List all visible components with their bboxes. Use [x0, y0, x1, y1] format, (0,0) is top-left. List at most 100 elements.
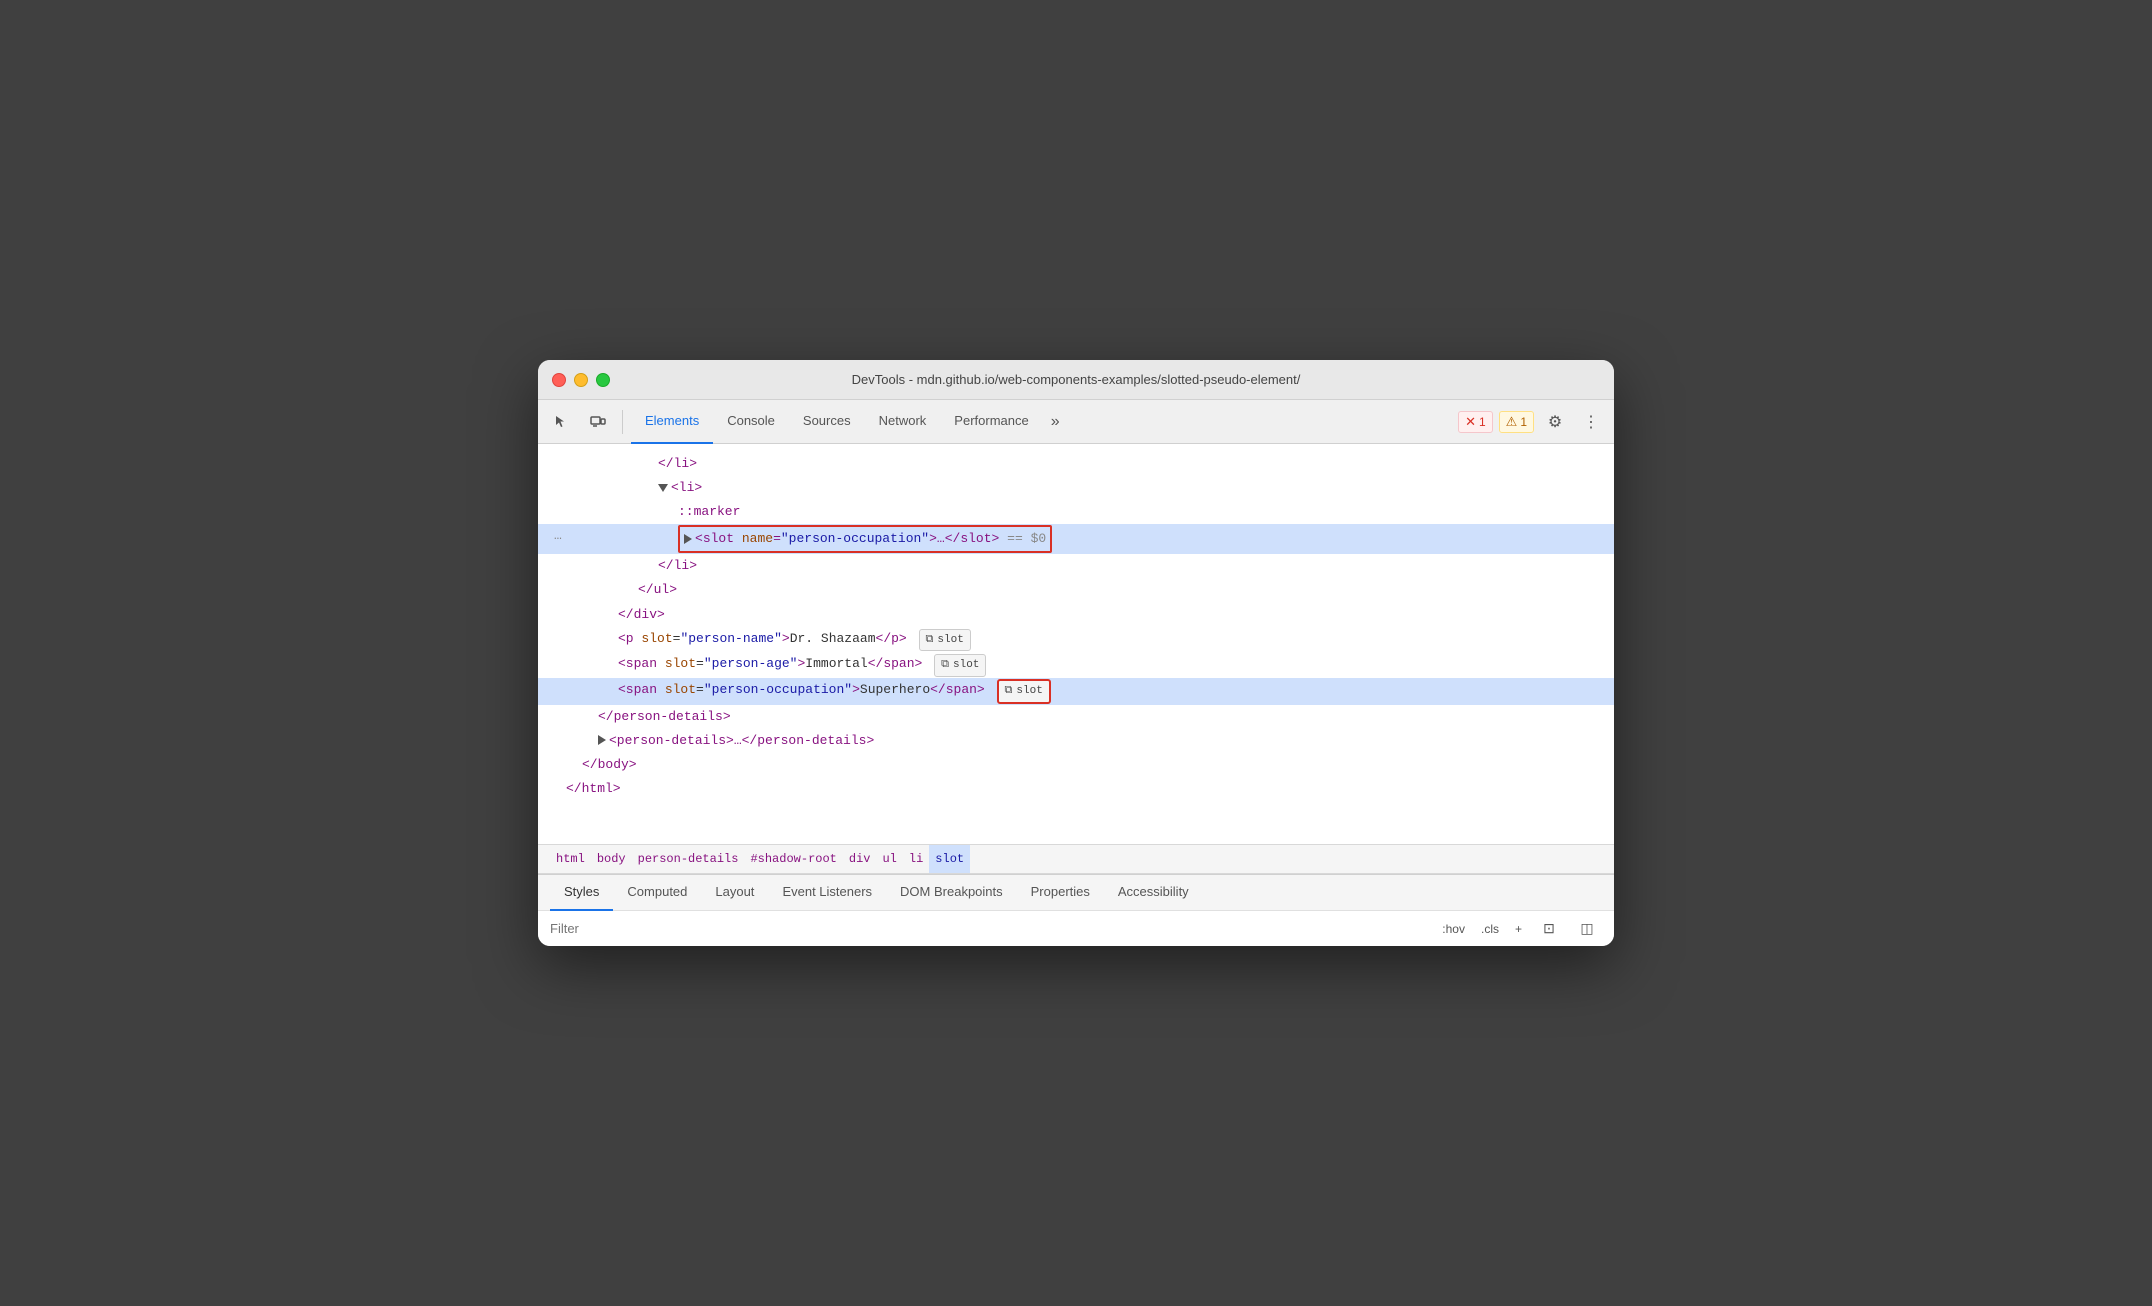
devtools-window: DevTools - mdn.github.io/web-components-… — [538, 360, 1614, 946]
text-content: Superhero — [860, 682, 930, 697]
dom-line[interactable]: <person-details>…</person-details> — [538, 729, 1614, 753]
tag-text: </li> — [658, 456, 697, 471]
main-tab-nav: Elements Console Sources Network Perform… — [631, 400, 1454, 444]
slot-label: slot — [937, 631, 963, 650]
breadcrumb-body[interactable]: body — [591, 844, 632, 874]
tab-sources[interactable]: Sources — [789, 400, 865, 444]
slot-label: slot — [953, 656, 979, 675]
slot-icon: ⧉ — [941, 656, 949, 675]
tag-text: </html> — [566, 781, 621, 796]
window-title: DevTools - mdn.github.io/web-components-… — [852, 372, 1301, 387]
warning-icon: ⚠ — [1506, 414, 1518, 430]
tag-text: </span> — [930, 682, 985, 697]
slot-badge-span-age[interactable]: ⧉ slot — [934, 654, 986, 677]
dom-line[interactable]: ::marker — [538, 500, 1614, 524]
tab-console[interactable]: Console — [713, 400, 789, 444]
tab-properties[interactable]: Properties — [1017, 875, 1104, 911]
dom-line[interactable]: <p slot="person-name">Dr. Shazaam</p> ⧉ … — [538, 627, 1614, 653]
tab-styles[interactable]: Styles — [550, 875, 613, 911]
tag-text: > — [852, 682, 860, 697]
toolbar-divider — [622, 410, 623, 434]
computed-style-toggle[interactable]: ⊡ — [1534, 914, 1564, 944]
tag-text: <li> — [671, 480, 702, 495]
attr-name: slot — [641, 631, 672, 646]
slot-icon: ⧉ — [926, 631, 934, 650]
dots-indicator: … — [554, 525, 562, 547]
minimize-button[interactable] — [574, 373, 588, 387]
attr-name: slot — [665, 682, 696, 697]
slot-outline-box: <slot name="person-occupation">…</slot> … — [678, 525, 1052, 553]
breadcrumb-shadow-root[interactable]: #shadow-root — [744, 844, 842, 874]
attr-value: "person-age" — [704, 656, 798, 671]
tab-computed[interactable]: Computed — [613, 875, 701, 911]
device-svg — [590, 414, 606, 430]
tab-network[interactable]: Network — [865, 400, 941, 444]
slot-icon: ⧉ — [1005, 682, 1013, 701]
dollar-zero: == $0 — [1007, 531, 1046, 546]
breadcrumb-html[interactable]: html — [550, 844, 591, 874]
settings-button[interactable]: ⚙ — [1540, 407, 1570, 437]
breadcrumb-div[interactable]: div — [843, 844, 877, 874]
filter-input[interactable] — [550, 921, 1430, 936]
breadcrumb-bar: html body person-details #shadow-root di… — [538, 844, 1614, 874]
traffic-lights — [552, 373, 610, 387]
tab-dom-breakpoints[interactable]: DOM Breakpoints — [886, 875, 1017, 911]
tag-text: <person-details>…</person-details> — [609, 733, 874, 748]
add-style-button[interactable]: + — [1511, 920, 1526, 938]
dom-line[interactable]: </li> — [538, 554, 1614, 578]
dom-line[interactable]: </ul> — [538, 578, 1614, 602]
text-content: Immortal — [805, 656, 867, 671]
more-tabs-button[interactable]: » — [1043, 400, 1068, 444]
dom-line[interactable]: <span slot="person-age">Immortal</span> … — [538, 652, 1614, 678]
dom-tree-panel: </li> <li> ::marker … <slot name="person… — [538, 444, 1614, 844]
tab-accessibility[interactable]: Accessibility — [1104, 875, 1203, 911]
inspect-icon[interactable] — [546, 406, 578, 438]
attr-value: "person-name" — [680, 631, 781, 646]
tab-performance[interactable]: Performance — [940, 400, 1042, 444]
toolbar: Elements Console Sources Network Perform… — [538, 400, 1614, 444]
toolbar-right: ✕ 1 ⚠ 1 ⚙ ⋮ — [1458, 407, 1606, 437]
tag-text: </ul> — [638, 582, 677, 597]
filter-bar: :hov .cls + ⊡ ◫ — [538, 910, 1614, 946]
tab-elements[interactable]: Elements — [631, 400, 713, 444]
maximize-button[interactable] — [596, 373, 610, 387]
filter-right: :hov .cls + ⊡ ◫ — [1438, 914, 1602, 944]
slot-label: slot — [1016, 682, 1042, 701]
tag-text: </span> — [868, 656, 923, 671]
slot-badge-p[interactable]: ⧉ slot — [919, 629, 971, 652]
tag-text: <slot name="person-occupation">…</slot> — [695, 531, 999, 546]
device-icon[interactable] — [582, 406, 614, 438]
error-badge: ✕ 1 — [1458, 411, 1493, 433]
sidebar-toggle[interactable]: ◫ — [1572, 914, 1602, 944]
tab-layout[interactable]: Layout — [701, 875, 768, 911]
dom-line[interactable]: </html> — [538, 777, 1614, 801]
dom-line[interactable]: <li> — [538, 476, 1614, 500]
breadcrumb-li[interactable]: li — [903, 844, 929, 874]
warning-badge: ⚠ 1 — [1499, 411, 1534, 433]
breadcrumb-ul[interactable]: ul — [876, 844, 902, 874]
dom-line[interactable]: </div> — [538, 603, 1614, 627]
breadcrumb-person-details[interactable]: person-details — [632, 844, 745, 874]
hov-button[interactable]: :hov — [1438, 920, 1469, 938]
dom-line[interactable]: </li> — [538, 452, 1614, 476]
dom-line[interactable]: <span slot="person-occupation">Superhero… — [538, 678, 1614, 705]
dom-line[interactable]: </body> — [538, 753, 1614, 777]
error-icon: ✕ — [1465, 414, 1476, 430]
close-button[interactable] — [552, 373, 566, 387]
dom-line[interactable]: </person-details> — [538, 705, 1614, 729]
selected-dom-line[interactable]: … <slot name="person-occupation">…</slot… — [538, 524, 1614, 554]
slot-badge-span-occupation[interactable]: ⧉ slot — [997, 679, 1051, 704]
collapse-icon — [684, 534, 692, 544]
tag-text: <span — [618, 682, 657, 697]
dom-tree: </li> <li> ::marker … <slot name="person… — [538, 444, 1614, 809]
cls-button[interactable]: .cls — [1477, 920, 1503, 938]
tag-text: <p — [618, 631, 634, 646]
more-options-button[interactable]: ⋮ — [1576, 407, 1606, 437]
warning-count: 1 — [1520, 415, 1527, 429]
pseudo-text: ::marker — [678, 504, 740, 519]
tag-text: </p> — [876, 631, 907, 646]
tag-text: </div> — [618, 607, 665, 622]
tab-event-listeners[interactable]: Event Listeners — [768, 875, 886, 911]
breadcrumb-slot[interactable]: slot — [929, 844, 970, 874]
tag-text: > — [782, 631, 790, 646]
